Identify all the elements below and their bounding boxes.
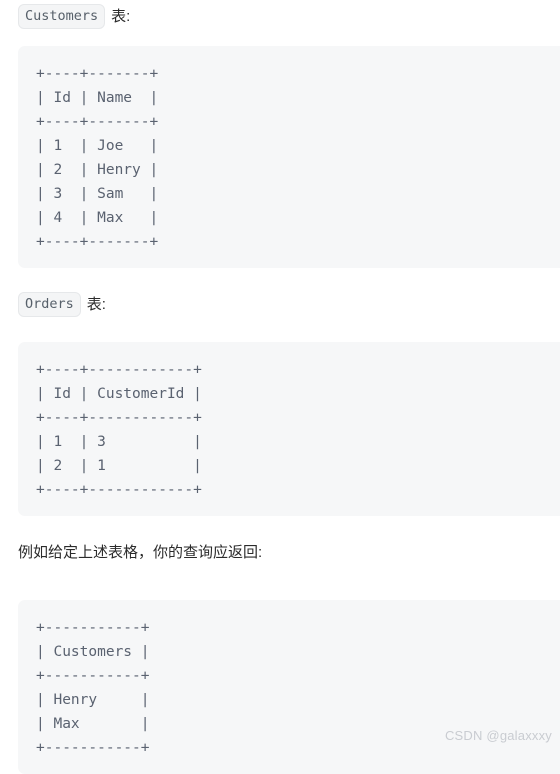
orders-table-ascii: +----+------------+ | Id | CustomerId | … (36, 362, 202, 498)
document-body: Customers 表: +----+-------+ | Id | Name … (0, 0, 560, 774)
orders-caption-suffix: 表: (86, 295, 106, 313)
customers-table-caption: Customers 表: (0, 4, 130, 29)
inline-code-orders: Orders (18, 292, 81, 317)
customers-caption-suffix: 表: (111, 7, 131, 25)
result-table-codeblock: +-----------+ | Customers | +-----------… (18, 600, 560, 774)
example-instruction-text: 例如给定上述表格，你的查询应返回: (18, 544, 263, 561)
orders-table-caption: Orders 表: (0, 292, 106, 317)
orders-table-codeblock: +----+------------+ | Id | CustomerId | … (18, 342, 560, 516)
watermark: CSDN @galaxxxy (444, 728, 552, 743)
customers-table-ascii: +----+-------+ | Id | Name | +----+-----… (36, 66, 159, 250)
customers-table-codeblock: +----+-------+ | Id | Name | +----+-----… (18, 46, 560, 268)
inline-code-customers: Customers (18, 4, 106, 29)
